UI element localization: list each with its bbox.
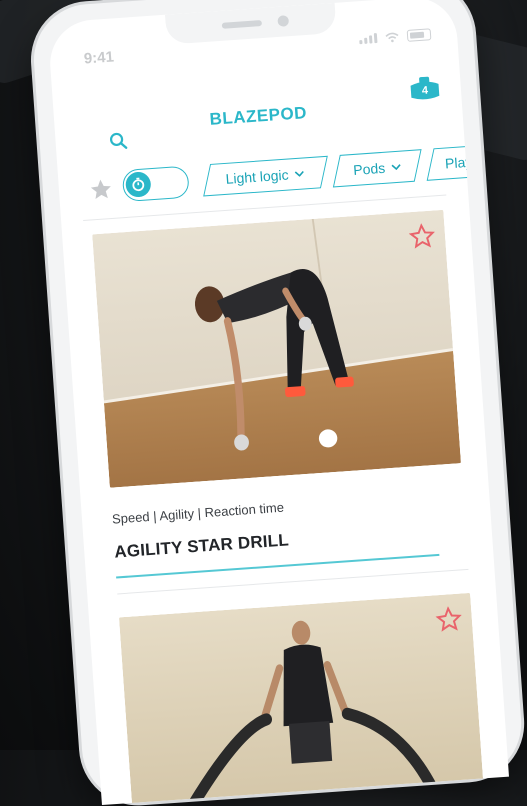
star-icon[interactable] — [88, 177, 114, 203]
app-title: BLAZEPOD — [54, 92, 462, 140]
pods-button[interactable]: 4 — [406, 76, 444, 104]
filter-label: Light logic — [226, 167, 290, 187]
star-icon[interactable] — [408, 222, 436, 250]
star-icon[interactable] — [435, 606, 463, 634]
pods-count: 4 — [407, 84, 444, 98]
filter-light-logic[interactable]: Light logic — [203, 156, 328, 197]
status-time: 9:41 — [83, 48, 114, 67]
status-icons — [359, 28, 432, 45]
timer-icon — [130, 177, 146, 193]
drill-image[interactable] — [92, 210, 461, 488]
front-camera — [277, 15, 289, 27]
speaker-grille — [222, 20, 262, 29]
battery-icon — [407, 28, 432, 42]
toggle-knob — [125, 171, 152, 198]
drill-image[interactable] — [119, 593, 484, 805]
app-screen: 9:41 BLAZEPOD 4 — [47, 0, 509, 805]
filter-label: Pods — [353, 160, 386, 178]
phone-mockup: 9:41 BLAZEPOD 4 — [30, 0, 525, 806]
filter-bar: Light logic Pods Player — [88, 144, 468, 210]
filter-pods[interactable]: Pods — [333, 149, 422, 187]
drill-photo — [119, 593, 484, 805]
signal-icon — [359, 33, 378, 44]
drill-card[interactable] — [119, 593, 484, 805]
drill-card[interactable]: Speed | Agility | Reaction time AGILITY … — [92, 210, 467, 579]
timer-toggle[interactable] — [122, 166, 190, 203]
drill-photo — [92, 210, 461, 488]
chevron-down-icon — [391, 164, 401, 171]
wifi-icon — [385, 31, 400, 43]
chevron-down-icon — [295, 170, 305, 177]
drill-tags: Speed | Agility | Reaction time — [112, 487, 464, 527]
